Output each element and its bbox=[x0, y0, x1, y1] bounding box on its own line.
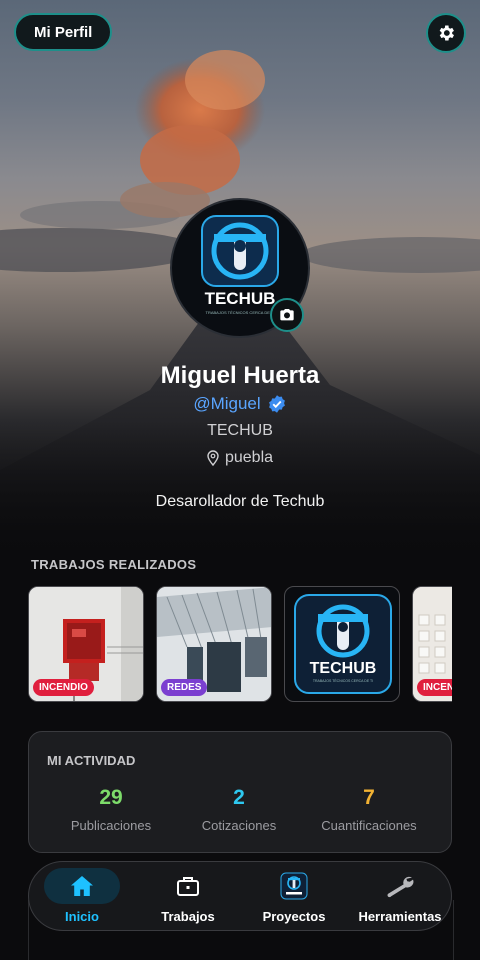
stat-label: Cotizaciones bbox=[201, 818, 277, 833]
nav-label: Trabajos bbox=[161, 909, 215, 924]
change-photo-button[interactable] bbox=[270, 298, 304, 332]
category-tag: INCENDIO bbox=[417, 679, 452, 696]
stat-quantifications[interactable]: 7 Cuantificaciones bbox=[299, 786, 439, 833]
my-profile-label: Mi Perfil bbox=[34, 23, 93, 41]
nav-label: Herramientas bbox=[358, 909, 442, 924]
profile-bio: Desarollador de Techub bbox=[155, 493, 325, 510]
nav-active-pill bbox=[44, 868, 120, 904]
stat-value: 29 bbox=[99, 786, 123, 809]
settings-button[interactable] bbox=[426, 13, 466, 53]
stat-quotes[interactable]: 2 Cotizaciones bbox=[169, 786, 309, 833]
work-logo-subtext: TRABAJOS TÉCNICOS CERCA DE TI bbox=[313, 678, 373, 683]
work-card[interactable]: TECHUB TRABAJOS TÉCNICOS CERCA DE TI bbox=[284, 586, 400, 702]
location-row: puebla bbox=[0, 449, 480, 467]
bottom-nav: Inicio Trabajos Proyectos Herramientas bbox=[28, 861, 452, 931]
handle-row: @Miguel bbox=[0, 394, 480, 414]
home-icon bbox=[71, 876, 93, 896]
stat-label: Cuantificaciones bbox=[321, 818, 417, 833]
profile-location: puebla bbox=[224, 449, 274, 466]
wrench-icon bbox=[387, 876, 414, 898]
briefcase-icon bbox=[177, 877, 199, 896]
profile-company: TECHUB bbox=[207, 422, 273, 439]
work-card[interactable]: REDES bbox=[156, 586, 272, 702]
works-carousel[interactable]: INCENDIO REDES TECHUB TRABAJOS TÉCNICOS bbox=[28, 586, 452, 703]
verified-badge-icon bbox=[268, 395, 285, 413]
nav-label: Inicio bbox=[65, 909, 99, 924]
stat-value: 2 bbox=[233, 786, 245, 809]
map-pin-icon bbox=[207, 450, 219, 466]
work-photo: TECHUB TRABAJOS TÉCNICOS CERCA DE TI bbox=[294, 594, 392, 694]
avatar-logo-text: TECHUB bbox=[205, 289, 276, 308]
avatar-logo-subtext: TRABAJOS TÉCNICOS CERCA DE TI bbox=[206, 310, 275, 315]
nav-label: Proyectos bbox=[262, 909, 326, 924]
stat-label: Publicaciones bbox=[70, 818, 152, 833]
gear-icon bbox=[439, 25, 454, 41]
work-card[interactable]: INCENDIO bbox=[412, 586, 452, 702]
stat-value: 7 bbox=[363, 786, 375, 809]
category-tag: INCENDIO bbox=[33, 679, 94, 696]
camera-icon bbox=[280, 309, 294, 321]
profile-handle[interactable]: @Miguel bbox=[193, 394, 260, 414]
category-tag: REDES bbox=[161, 679, 208, 696]
activity-title: MI ACTIVIDAD bbox=[47, 753, 136, 768]
techub-logo-icon bbox=[280, 872, 308, 900]
profile-name: Miguel Huerta bbox=[160, 362, 320, 389]
activity-card: MI ACTIVIDAD 29 Publicaciones 2 Cotizaci… bbox=[28, 731, 452, 853]
nav-icon-slot bbox=[150, 868, 226, 904]
work-card[interactable]: INCENDIO bbox=[28, 586, 144, 702]
nav-icon-slot bbox=[362, 868, 438, 904]
nav-item-inicio[interactable]: Inicio bbox=[29, 862, 135, 932]
nav-item-herramientas[interactable]: Herramientas bbox=[347, 862, 453, 932]
work-logo-text: TECHUB bbox=[310, 660, 377, 677]
nav-item-proyectos[interactable]: Proyectos bbox=[241, 862, 347, 932]
my-profile-button[interactable]: Mi Perfil bbox=[14, 13, 113, 51]
nav-item-trabajos[interactable]: Trabajos bbox=[135, 862, 241, 932]
stat-publications[interactable]: 29 Publicaciones bbox=[41, 786, 181, 833]
nav-icon-slot bbox=[256, 868, 332, 904]
works-title: TRABAJOS REALIZADOS bbox=[31, 557, 197, 572]
